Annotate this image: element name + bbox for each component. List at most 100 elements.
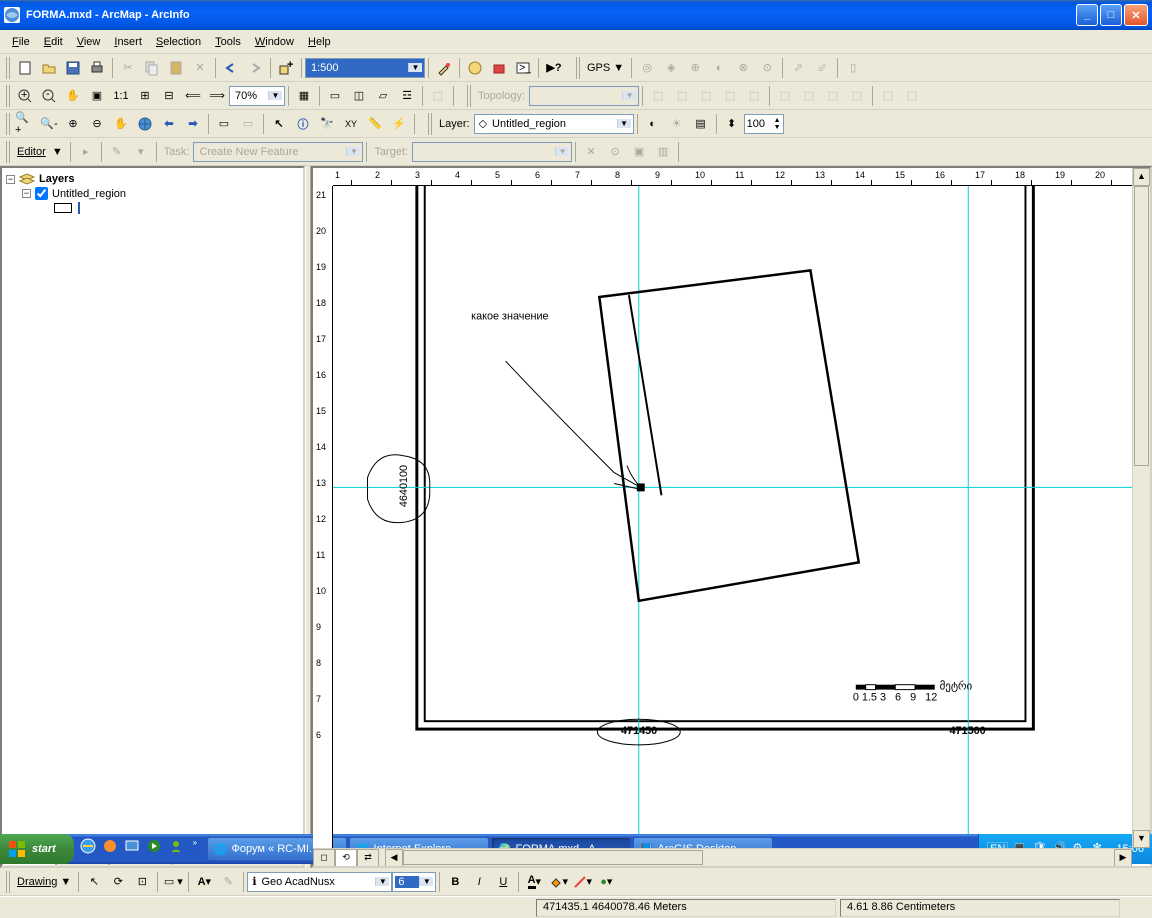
editor-menu[interactable]: Editor ▼ <box>13 146 67 158</box>
scroll-down-button[interactable]: ▼ <box>1133 830 1150 848</box>
forward-extent-button[interactable]: ➡ <box>182 113 204 135</box>
toolbar-grip[interactable] <box>6 113 11 135</box>
ie-icon[interactable] <box>80 838 100 860</box>
gps-menu[interactable]: GPS ▼ <box>583 62 628 74</box>
scroll-left-button[interactable]: ◀ <box>385 849 403 867</box>
italic-button[interactable]: I <box>468 871 490 893</box>
forward-layout-button[interactable]: ⟹ <box>206 85 228 107</box>
scroll-thumb-h[interactable] <box>403 850 703 865</box>
zoom-100-button[interactable]: 1:1 <box>110 85 132 107</box>
contrast-button[interactable]: ◐ <box>642 113 664 135</box>
tree-collapse-icon[interactable]: − <box>6 175 15 184</box>
whats-this-button[interactable]: ▶? <box>543 57 565 79</box>
pan-layout-button[interactable]: ✋ <box>62 85 84 107</box>
find-button[interactable]: 🔭 <box>316 113 338 135</box>
menu-tools[interactable]: Tools <box>209 34 247 50</box>
rectangle-tool[interactable]: ▭ ▾ <box>162 871 184 893</box>
zoom-out-button[interactable]: 🔍- <box>38 113 60 135</box>
player-icon[interactable] <box>146 838 166 860</box>
symbol-swatch[interactable] <box>54 203 72 213</box>
bold-button[interactable]: B <box>444 871 466 893</box>
new-button[interactable] <box>14 57 36 79</box>
menu-view[interactable]: View <box>71 34 107 50</box>
start-button[interactable]: start <box>0 834 74 864</box>
change-layout-button[interactable]: ▱ <box>372 85 394 107</box>
font-color-button[interactable]: A ▾ <box>523 871 545 893</box>
save-button[interactable] <box>62 57 84 79</box>
text-tool[interactable]: A ▾ <box>193 871 215 893</box>
select-elements-draw-button[interactable]: ↖ <box>83 871 105 893</box>
media-icon[interactable] <box>102 838 122 860</box>
map-canvas[interactable]: какое значение 4640100 471450 471500 0 1… <box>333 186 1132 848</box>
vertical-scrollbar[interactable]: ▲ ▼ <box>1132 168 1150 848</box>
select-elements-button[interactable]: ↖ <box>268 113 290 135</box>
back-layout-button[interactable]: ⟸ <box>182 85 204 107</box>
scale-combo[interactable]: 1:500▼ <box>305 58 425 78</box>
hyperlink-button[interactable]: ⚡ <box>388 113 410 135</box>
scroll-right-button[interactable]: ▶ <box>1114 849 1132 867</box>
scroll-up-button[interactable]: ▲ <box>1133 168 1150 186</box>
zoom-whole-page-button[interactable]: ▣ <box>86 85 108 107</box>
underline-button[interactable]: U <box>492 871 514 893</box>
add-data-button[interactable]: + <box>275 57 297 79</box>
refresh-view-button[interactable]: ⇄ <box>357 849 379 867</box>
font-combo[interactable]: ℹGeo AcadNusx▼ <box>247 872 392 892</box>
arctoolbox-button[interactable] <box>488 57 510 79</box>
fixed-zoom-in-button[interactable]: ⊞ <box>134 85 156 107</box>
menu-selection[interactable]: Selection <box>150 34 207 50</box>
open-button[interactable] <box>38 57 60 79</box>
arccatalog-button[interactable] <box>464 57 486 79</box>
focus-data-frame-button[interactable]: ▭ <box>324 85 346 107</box>
fixed-zoom-out-button[interactable]: ⊟ <box>158 85 180 107</box>
identify-button[interactable]: ⓘ <box>292 113 314 135</box>
zoom-percent-combo[interactable]: 70%▼ <box>229 86 285 106</box>
layer-name[interactable]: Untitled_region <box>52 188 126 200</box>
undo-button[interactable] <box>220 57 242 79</box>
layout-view[interactable]: 1234567891011121314151617181920 21201918… <box>311 166 1152 868</box>
back-extent-button[interactable]: ⬅ <box>158 113 180 135</box>
menu-insert[interactable]: Insert <box>108 34 148 50</box>
toggle-draft-button[interactable]: ▦ <box>293 85 315 107</box>
toolbar-grip[interactable] <box>6 57 11 79</box>
toolbar-grip[interactable] <box>467 85 472 107</box>
fixed-zoomout-button[interactable]: ⊖ <box>86 113 108 135</box>
transparency-spinner[interactable]: 100▲▼ <box>744 114 784 134</box>
command-line-button[interactable]: >_ <box>512 57 534 79</box>
drawing-menu[interactable]: Drawing ▼ <box>13 876 75 888</box>
toolbar-grip[interactable] <box>428 113 433 135</box>
quick-launch-expand[interactable]: » <box>190 838 200 860</box>
menu-window[interactable]: Window <box>249 34 300 50</box>
fill-color-button[interactable]: ▾ <box>547 871 569 893</box>
close-button[interactable]: ✕ <box>1124 4 1148 26</box>
tree-collapse-icon[interactable]: − <box>22 189 31 198</box>
menu-edit[interactable]: Edit <box>38 34 69 50</box>
select-features-button[interactable]: ▭ <box>213 113 235 135</box>
toolbar-grip[interactable] <box>6 141 11 163</box>
full-extent-button[interactable] <box>134 113 156 135</box>
marker-color-button[interactable]: ● ▾ <box>595 871 617 893</box>
swipe-button[interactable]: ⬍ <box>721 113 743 135</box>
goto-xy-button[interactable]: XY <box>340 113 362 135</box>
layer-combo[interactable]: ◇Untitled_region▼ <box>474 114 634 134</box>
toolbar-grip[interactable] <box>6 85 11 107</box>
data-frame-label[interactable]: Layers <box>39 173 74 185</box>
data-driven-button[interactable]: ☲ <box>396 85 418 107</box>
desktop-icon[interactable] <box>124 838 144 860</box>
messenger-icon[interactable] <box>168 838 188 860</box>
pan-button[interactable]: ✋ <box>110 113 132 135</box>
toolbar-grip[interactable] <box>6 871 11 893</box>
font-size-combo[interactable]: 6▼ <box>392 872 436 892</box>
focus-data-frame-button2[interactable]: ◫ <box>348 85 370 107</box>
rotate-button[interactable]: ⟳ <box>107 871 129 893</box>
maximize-button[interactable]: □ <box>1100 4 1122 26</box>
zoom-out-layout-button[interactable]: - <box>38 85 60 107</box>
minimize-button[interactable]: _ <box>1076 4 1098 26</box>
zoom-in-button[interactable]: 🔍+ <box>14 113 36 135</box>
zoom-to-selected-button[interactable]: ⊡ <box>131 871 153 893</box>
editor-toolbar-button[interactable] <box>433 57 455 79</box>
toolbar-grip[interactable] <box>576 57 581 79</box>
zoom-in-layout-button[interactable]: + <box>14 85 36 107</box>
transparency-button[interactable]: ▤ <box>690 113 712 135</box>
menu-help[interactable]: Help <box>302 34 337 50</box>
line-color-button[interactable]: ▾ <box>571 871 593 893</box>
